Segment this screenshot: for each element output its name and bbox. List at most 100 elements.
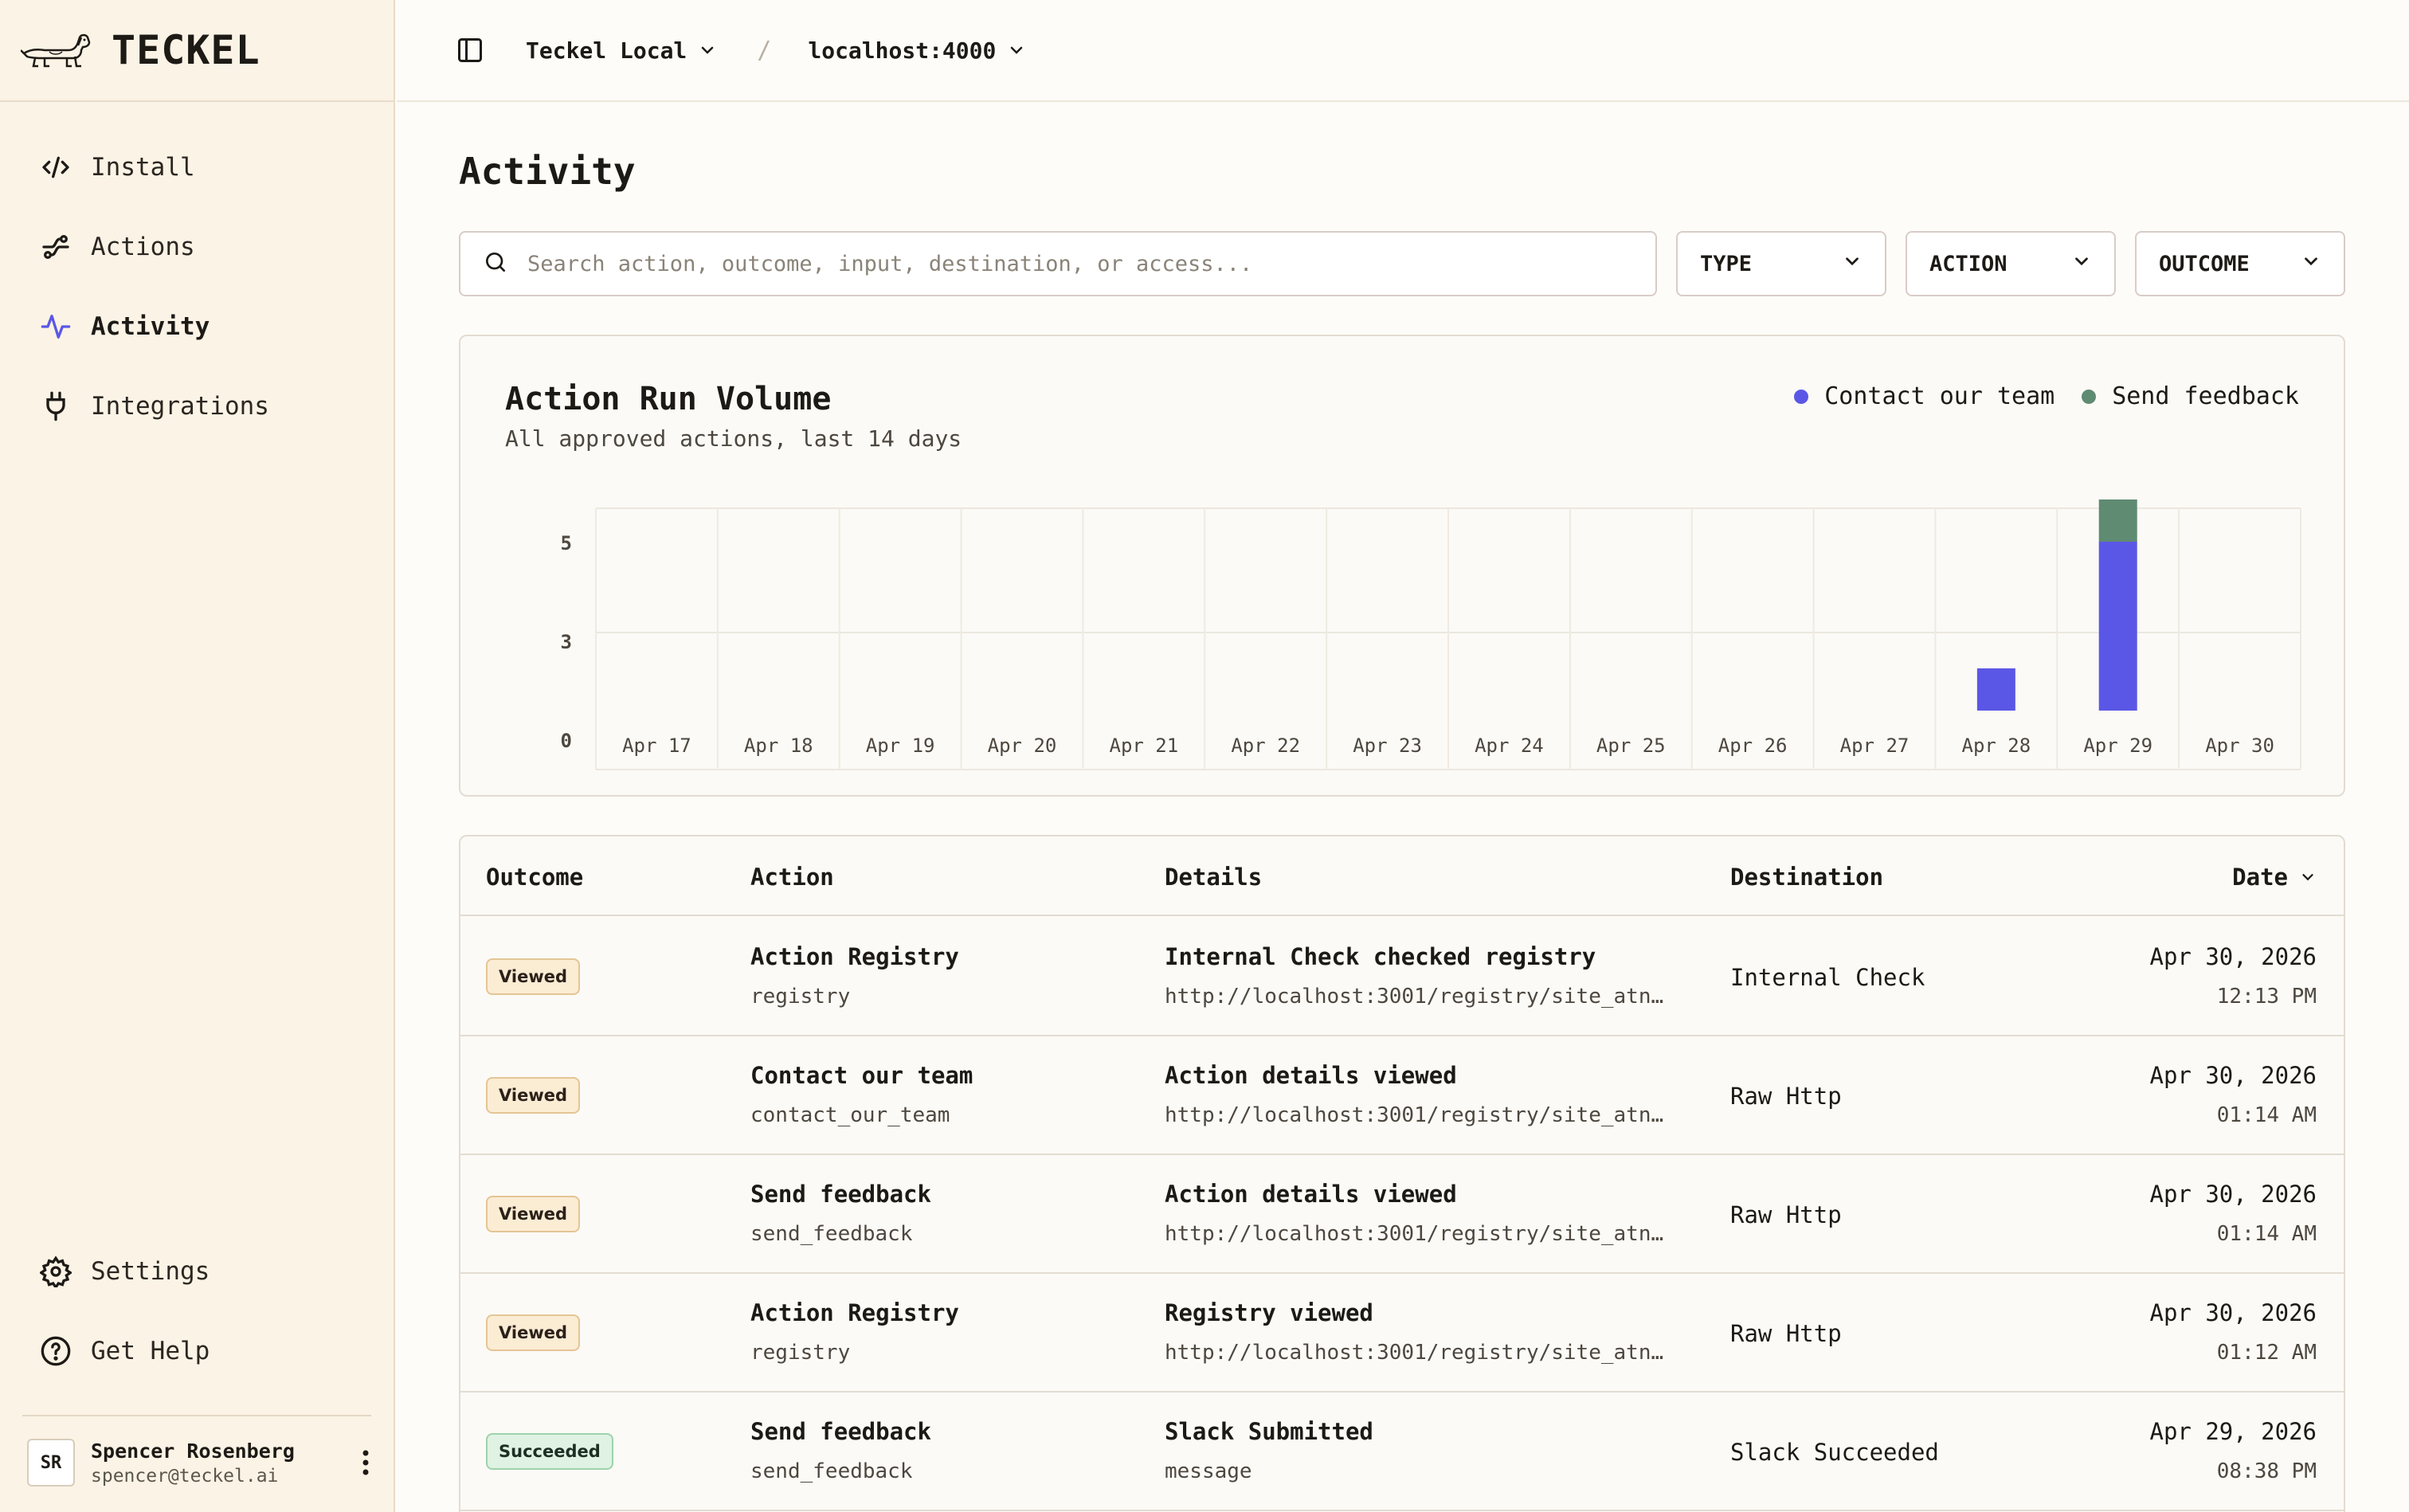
route-icon xyxy=(38,229,73,264)
col-header-details[interactable]: Details xyxy=(1165,864,1262,891)
destination: Raw Http xyxy=(1730,1201,1842,1228)
table-row[interactable]: Succeeded Send feedback send_feedback Sl… xyxy=(460,1393,2344,1511)
more-vertical-icon[interactable] xyxy=(354,1445,378,1480)
sidebar-item-install[interactable]: Install xyxy=(0,127,394,207)
row-time: 12:13 PM xyxy=(2216,985,2317,1009)
sidebar-item-label: Install xyxy=(91,153,195,182)
user-divider xyxy=(22,1415,371,1416)
gear-icon xyxy=(38,1254,73,1289)
user-email: spencer@teckel.ai xyxy=(91,1465,279,1487)
workspace-switcher[interactable]: Teckel Local xyxy=(526,37,717,64)
detail-subtitle: http://localhost:3001/registry/site_atnm… xyxy=(1165,1222,1675,1246)
table-row[interactable]: Viewed Contact our team contact_our_team… xyxy=(460,1036,2344,1155)
search-icon xyxy=(483,249,508,278)
x-tick-label: Apr 24 xyxy=(1475,734,1544,757)
user-name: Spencer Rosenberg xyxy=(91,1439,295,1463)
action-name: Contact our team xyxy=(750,1062,973,1089)
activity-table: Outcome Action Details Destination Date … xyxy=(459,835,2345,1512)
col-header-outcome[interactable]: Outcome xyxy=(486,864,583,891)
chart-card: Action Run Volume All approved actions, … xyxy=(459,335,2345,797)
destination: Internal Check xyxy=(1730,964,1925,991)
chevron-down-icon xyxy=(2071,251,2092,277)
sidebar-item-activity[interactable]: Activity xyxy=(0,287,394,366)
sidebar-item-get-help[interactable]: Get Help xyxy=(0,1311,394,1391)
chart-plot: 0 3 5 Apr 17 Apr 18 Apr 19 Apr 20 Apr 21 Apr 22 A… xyxy=(561,499,2301,770)
row-date: Apr 30, 2026 xyxy=(2149,1062,2317,1089)
detail-subtitle: http://localhost:3001/registry/site_atnm… xyxy=(1165,1341,1675,1365)
status-badge: Viewed xyxy=(486,1314,580,1351)
col-header-action[interactable]: Action xyxy=(750,864,834,891)
activity-icon xyxy=(38,309,73,344)
code-icon xyxy=(38,150,73,185)
x-tick-label: Apr 17 xyxy=(622,734,691,757)
chevron-down-icon xyxy=(1842,251,1863,277)
status-badge: Succeeded xyxy=(486,1433,613,1470)
row-date: Apr 30, 2026 xyxy=(2149,943,2317,970)
table-row[interactable]: Viewed Send feedback send_feedback Actio… xyxy=(460,1155,2344,1274)
detail-subtitle: message xyxy=(1165,1459,1252,1483)
x-tick-label: Apr 29 xyxy=(2083,734,2152,757)
action-id: send_feedback xyxy=(750,1222,913,1246)
sidebar-item-label: Actions xyxy=(91,233,195,261)
sidebar-item-label: Get Help xyxy=(91,1337,210,1365)
sidebar-bottom-nav: Settings Get Help xyxy=(0,1232,394,1391)
action-name: Action Registry xyxy=(750,943,959,970)
sidebar-item-settings[interactable]: Settings xyxy=(0,1232,394,1311)
y-tick-label: 0 xyxy=(561,730,572,752)
detail-title: Slack Submitted xyxy=(1165,1418,1373,1445)
col-header-destination[interactable]: Destination xyxy=(1730,864,1883,891)
environment-switcher[interactable]: localhost:4000 xyxy=(808,37,1026,64)
detail-title: Internal Check checked registry xyxy=(1165,943,1596,970)
brand[interactable]: TECKEL xyxy=(0,0,394,102)
action-id: registry xyxy=(750,985,851,1009)
search-input[interactable] xyxy=(527,251,1627,276)
row-time: 01:14 AM xyxy=(2216,1103,2317,1127)
plug-icon xyxy=(38,389,73,424)
x-tick-label: Apr 27 xyxy=(1840,734,1910,757)
table-row[interactable]: Viewed Action Registry registry Registry… xyxy=(460,1274,2344,1393)
chevron-down-icon xyxy=(698,41,717,60)
x-tick-label: Apr 30 xyxy=(2205,734,2274,757)
x-tick-label: Apr 20 xyxy=(988,734,1057,757)
x-tick-label: Apr 18 xyxy=(744,734,813,757)
col-header-date-label: Date xyxy=(2232,864,2288,891)
col-header-date[interactable]: Date xyxy=(2232,864,2317,891)
avatar: SR xyxy=(27,1439,75,1487)
x-tick-label: Apr 26 xyxy=(1718,734,1788,757)
table-row[interactable]: Viewed Action Registry registry Internal… xyxy=(460,918,2344,1036)
destination: Raw Http xyxy=(1730,1320,1842,1347)
outcome-filter-dropdown[interactable]: OUTCOME xyxy=(2135,231,2345,296)
x-tick-label: Apr 21 xyxy=(1110,734,1179,757)
status-badge: Viewed xyxy=(486,1077,580,1114)
x-tick-label: Apr 19 xyxy=(866,734,935,757)
user-profile[interactable]: SR Spencer Rosenberg spencer@teckel.ai xyxy=(27,1434,378,1491)
sidebar-toggle-icon[interactable] xyxy=(454,34,486,66)
chevron-down-icon xyxy=(2299,868,2317,886)
row-time: 08:38 PM xyxy=(2216,1459,2317,1483)
bar-segment xyxy=(1976,668,2015,711)
action-name: Action Registry xyxy=(750,1299,959,1326)
action-name: Send feedback xyxy=(750,1181,931,1208)
sidebar-item-actions[interactable]: Actions xyxy=(0,207,394,287)
x-tick-label: Apr 22 xyxy=(1231,734,1300,757)
type-filter-dropdown[interactable]: TYPE xyxy=(1676,231,1886,296)
x-tick-label: Apr 25 xyxy=(1596,734,1666,757)
topbar: Teckel Local / localhost:4000 xyxy=(397,0,2409,102)
action-filter-dropdown[interactable]: ACTION xyxy=(1906,231,2116,296)
page-title: Activity xyxy=(459,150,636,193)
row-date: Apr 30, 2026 xyxy=(2149,1181,2317,1208)
row-date: Apr 30, 2026 xyxy=(2149,1299,2317,1326)
x-tick-label: Apr 28 xyxy=(1962,734,2031,757)
bar-segment xyxy=(2098,499,2137,542)
bar-segment xyxy=(2098,542,2137,711)
row-time: 01:12 AM xyxy=(2216,1341,2317,1365)
action-id: registry xyxy=(750,1341,851,1365)
chevron-down-icon xyxy=(1007,41,1026,60)
destination: Raw Http xyxy=(1730,1083,1842,1110)
search-box[interactable] xyxy=(459,231,1657,296)
chevron-down-icon xyxy=(2301,251,2321,277)
sidebar-item-label: Integrations xyxy=(91,392,269,421)
row-time: 01:14 AM xyxy=(2216,1222,2317,1246)
sidebar-item-integrations[interactable]: Integrations xyxy=(0,366,394,446)
user-text: Spencer Rosenberg spencer@teckel.ai xyxy=(91,1440,295,1487)
